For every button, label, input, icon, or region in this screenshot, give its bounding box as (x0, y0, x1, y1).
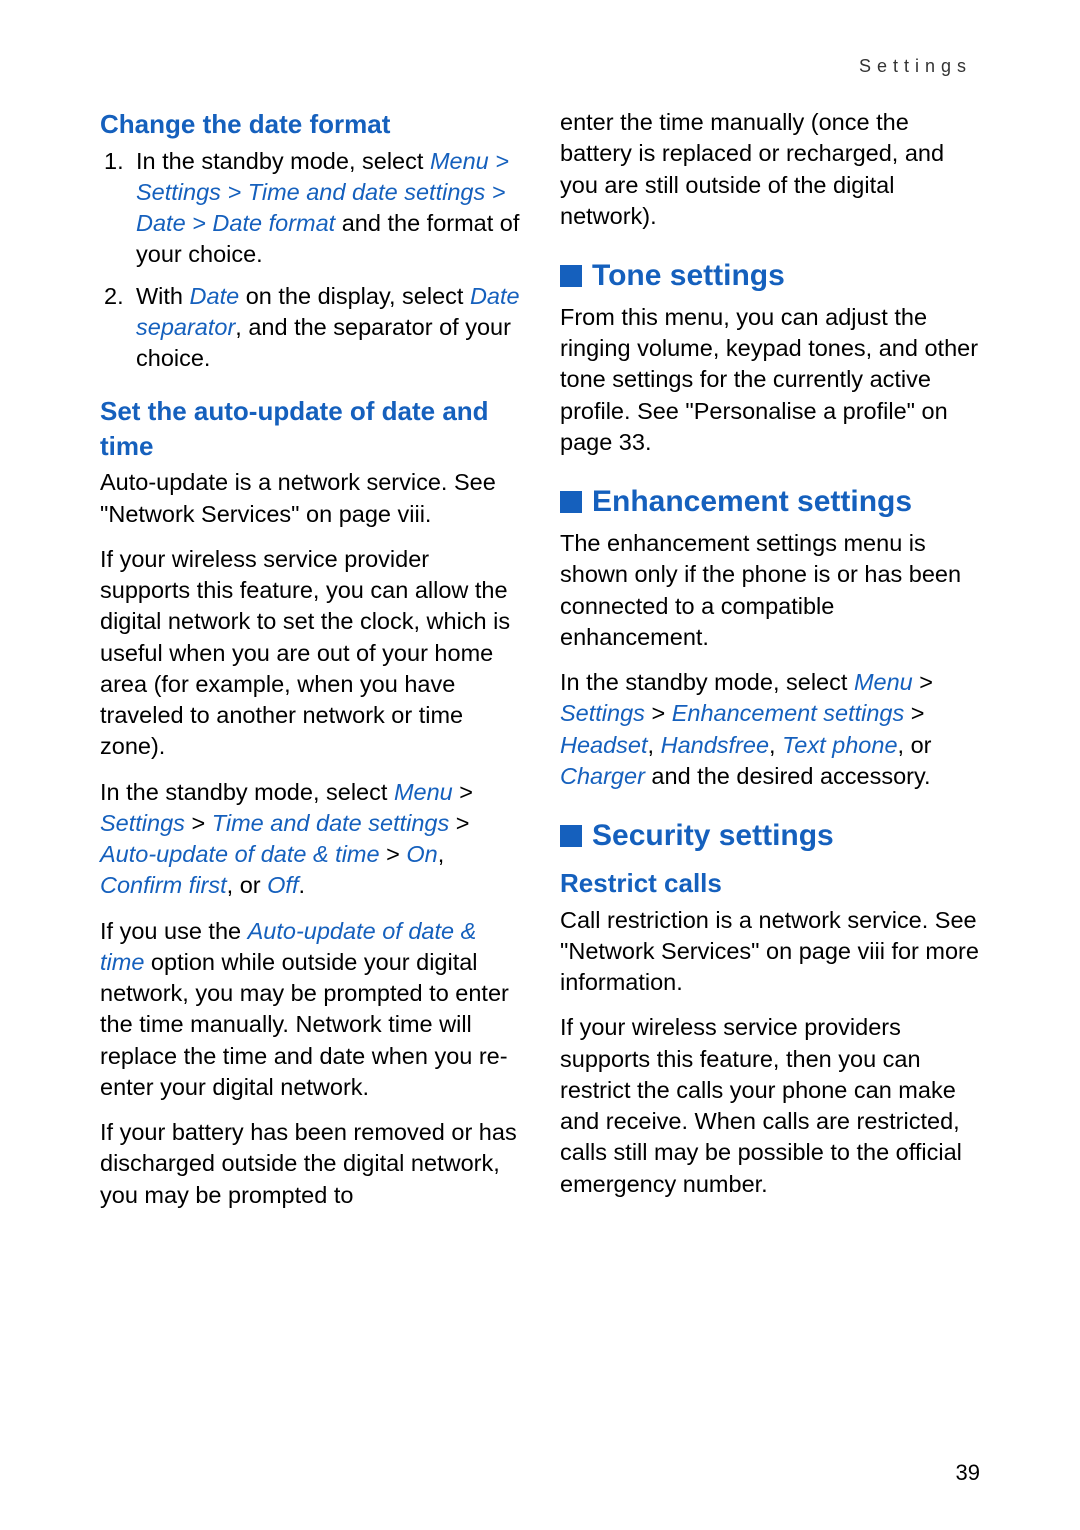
list-item: In the standby mode, select Menu > Setti… (100, 146, 520, 271)
ui-term: Enhancement settings (672, 700, 905, 726)
body-text: > (185, 810, 212, 836)
ui-term: Date (190, 283, 240, 309)
square-bullet-icon (560, 491, 582, 513)
subheading-auto-update: Set the auto-update of date and time (100, 394, 520, 463)
body-text: , (438, 841, 445, 867)
body-text: In the standby mode, select Menu > Setti… (560, 667, 980, 792)
ui-term: Charger (560, 763, 645, 789)
body-text: From this menu, you can adjust the ringi… (560, 302, 980, 458)
body-text: In the standby mode, select (136, 148, 430, 174)
heading-label: Tone settings (592, 256, 785, 296)
body-text: The enhancement settings menu is shown o… (560, 528, 980, 653)
manual-page: Settings Change the date format In the s… (0, 0, 1080, 1211)
body-text: If your wireless service providers suppo… (560, 1012, 980, 1200)
ui-term: Auto-update of date & time (100, 841, 380, 867)
body-text: > (453, 779, 473, 805)
subheading-restrict-calls: Restrict calls (560, 866, 980, 901)
ui-term: Text phone (782, 732, 897, 758)
body-text: Auto-update is a network service. See "N… (100, 467, 520, 530)
square-bullet-icon (560, 825, 582, 847)
body-text: , or (227, 872, 267, 898)
ui-term: Headset (560, 732, 648, 758)
heading-enhancement-settings: Enhancement settings (560, 482, 980, 522)
right-column: enter the time manually (once the batter… (560, 107, 980, 1211)
body-text: option while outside your digital networ… (100, 949, 509, 1100)
header-chapter: Settings (100, 56, 980, 77)
square-bullet-icon (560, 265, 582, 287)
ui-term: Confirm first (100, 872, 227, 898)
body-text: . (298, 872, 305, 898)
heading-tone-settings: Tone settings (560, 256, 980, 296)
body-text: , (648, 732, 661, 758)
body-text: and the desired accessory. (645, 763, 931, 789)
body-text: on the display, select (239, 283, 470, 309)
ui-term: Handsfree (661, 732, 769, 758)
body-text: In the standby mode, select (100, 779, 394, 805)
body-text: > (380, 841, 407, 867)
ui-term: Settings (560, 700, 645, 726)
page-number: 39 (956, 1460, 980, 1486)
left-column: Change the date format In the standby mo… (100, 107, 520, 1211)
body-text: If you use the Auto-update of date & tim… (100, 916, 520, 1104)
body-text: , or (898, 732, 932, 758)
ui-term: Menu (394, 779, 453, 805)
body-text: In the standby mode, select (560, 669, 854, 695)
body-text: > (904, 700, 924, 726)
heading-security-settings: Security settings (560, 816, 980, 856)
body-text: If you use the (100, 918, 248, 944)
two-column-layout: Change the date format In the standby mo… (100, 107, 980, 1211)
heading-label: Security settings (592, 816, 834, 856)
body-text: , (769, 732, 782, 758)
ui-term: On (406, 841, 437, 867)
body-text: Call restriction is a network service. S… (560, 905, 980, 999)
body-text: If your battery has been removed or has … (100, 1117, 520, 1211)
body-text: With (136, 283, 190, 309)
ui-term: Settings (100, 810, 185, 836)
body-text: > (449, 810, 469, 836)
body-text: In the standby mode, select Menu > Setti… (100, 777, 520, 902)
body-text: > (913, 669, 933, 695)
body-text: enter the time manually (once the batter… (560, 107, 980, 232)
heading-label: Enhancement settings (592, 482, 912, 522)
list-item: With Date on the display, select Date se… (100, 281, 520, 375)
body-text: > (645, 700, 672, 726)
subheading-change-date-format: Change the date format (100, 107, 520, 142)
steps-list: In the standby mode, select Menu > Setti… (100, 146, 520, 375)
ui-term: Menu (854, 669, 913, 695)
ui-term: Time and date settings (212, 810, 450, 836)
ui-term: Off (267, 872, 298, 898)
body-text: If your wireless service provider suppor… (100, 544, 520, 763)
